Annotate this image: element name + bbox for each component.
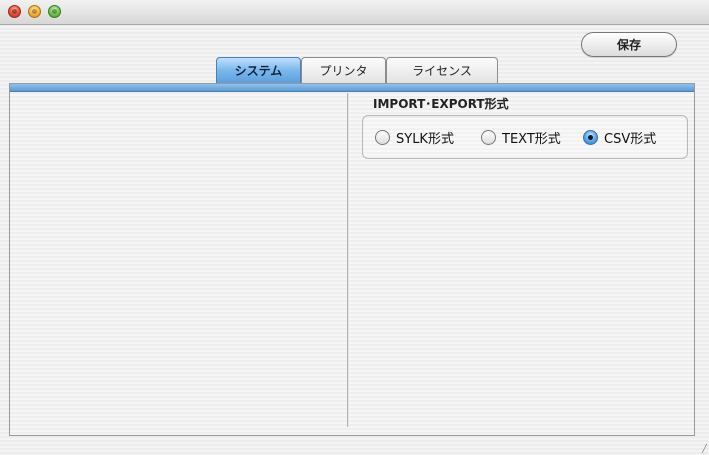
tab-license[interactable]: ライセンス (386, 57, 498, 83)
radio-text[interactable]: TEXT形式 (481, 128, 561, 147)
radio-sylk[interactable]: SYLK形式 (375, 128, 454, 147)
import-export-format-label: IMPORT･EXPORT形式 (373, 97, 509, 111)
tab-content-panel: IMPORT･EXPORT形式 SYLK形式 TEXT形式 CSV形式 (9, 83, 695, 436)
save-button[interactable]: 保存 (581, 32, 677, 57)
tab-panel-bar (10, 84, 694, 92)
radio-csv[interactable]: CSV形式 (583, 128, 656, 147)
close-button[interactable] (8, 5, 21, 18)
close-icon (12, 9, 17, 14)
resize-grip-icon[interactable]: ╱ (699, 445, 707, 453)
tab-bar: システム プリンタ ライセンス (216, 57, 498, 84)
minimize-icon (32, 9, 37, 14)
import-export-format-group: SYLK形式 TEXT形式 CSV形式 (362, 115, 688, 159)
tab-printer[interactable]: プリンタ (301, 57, 386, 83)
radio-sylk-label: SYLK形式 (396, 132, 454, 147)
radio-unchecked-icon[interactable] (375, 130, 390, 145)
tab-system[interactable]: システム (216, 57, 301, 83)
minimize-button[interactable] (28, 5, 41, 18)
panel-divider (347, 93, 349, 427)
radio-unchecked-icon[interactable] (481, 130, 496, 145)
zoom-button[interactable] (48, 5, 61, 18)
radio-csv-label: CSV形式 (604, 132, 657, 147)
radio-text-label: TEXT形式 (502, 132, 561, 147)
zoom-icon (52, 9, 57, 14)
radio-checked-icon[interactable] (583, 130, 598, 145)
window-title-bar (0, 0, 709, 25)
radio-dot-icon (588, 135, 593, 140)
